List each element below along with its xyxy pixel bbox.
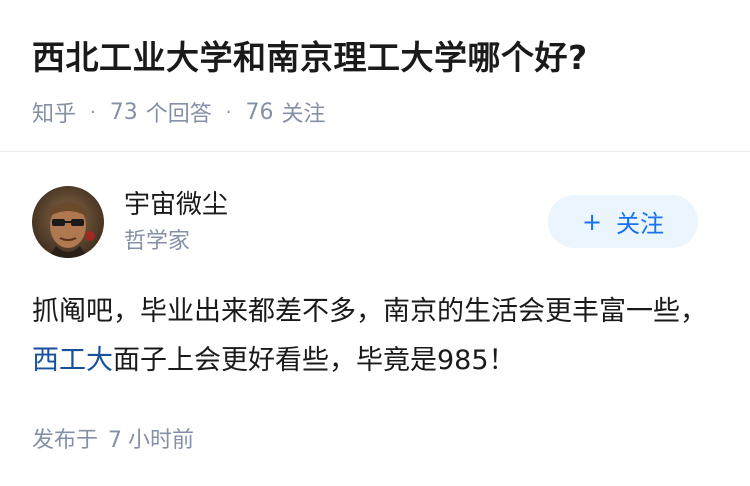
question-meta: 知乎 · 73 个回答 · 76 关注: [32, 96, 718, 128]
avatar-image: [32, 186, 104, 258]
meta-separator: ·: [90, 101, 96, 123]
publish-number: 7: [108, 428, 123, 453]
source-label[interactable]: 知乎: [32, 96, 76, 128]
answer-count-label[interactable]: 个回答: [146, 96, 212, 128]
question-title[interactable]: 西北工业大学和南京理工大学哪个好?: [32, 34, 718, 82]
author-block: 宇宙微尘 哲学家: [32, 186, 228, 258]
answer-count[interactable]: 73: [110, 100, 138, 125]
follow-button[interactable]: + 关注: [548, 195, 698, 248]
follow-count-label[interactable]: 关注: [282, 96, 326, 128]
publish-unit: 小时前: [128, 428, 195, 453]
publish-prefix: 发布于: [32, 428, 99, 453]
answer-keyword-link[interactable]: 西工大: [32, 345, 113, 376]
user-avatar[interactable]: [32, 186, 104, 258]
answer-text-part1: 抓阄吧，毕业出来都差不多，南京的生活会更丰富一些，: [32, 296, 707, 327]
follow-count[interactable]: 76: [246, 100, 274, 125]
plus-icon: +: [581, 207, 603, 236]
question-header: 西北工业大学和南京理工大学哪个好? 知乎 · 73 个回答 · 76 关注: [0, 0, 750, 152]
author-info: 宇宙微尘 哲学家: [124, 187, 228, 257]
answer-content: 抓阄吧，毕业出来都差不多，南京的生活会更丰富一些， 西工大面子上会更好看些，毕竟是…: [32, 287, 722, 385]
answer-card: 宇宙微尘 哲学家 + 关注 抓阄吧，毕业出来都差不多，南京的生活会更丰富一些， 西…: [0, 152, 750, 486]
follow-button-label: 关注: [616, 210, 665, 238]
author-name[interactable]: 宇宙微尘: [124, 187, 228, 223]
publish-time: 发布于 7 小时前: [32, 422, 194, 454]
author-headline: 哲学家: [124, 229, 191, 254]
answer-text-part2: 面子上会更好看些，毕竟是985！: [113, 345, 516, 376]
meta-separator: ·: [225, 101, 232, 123]
